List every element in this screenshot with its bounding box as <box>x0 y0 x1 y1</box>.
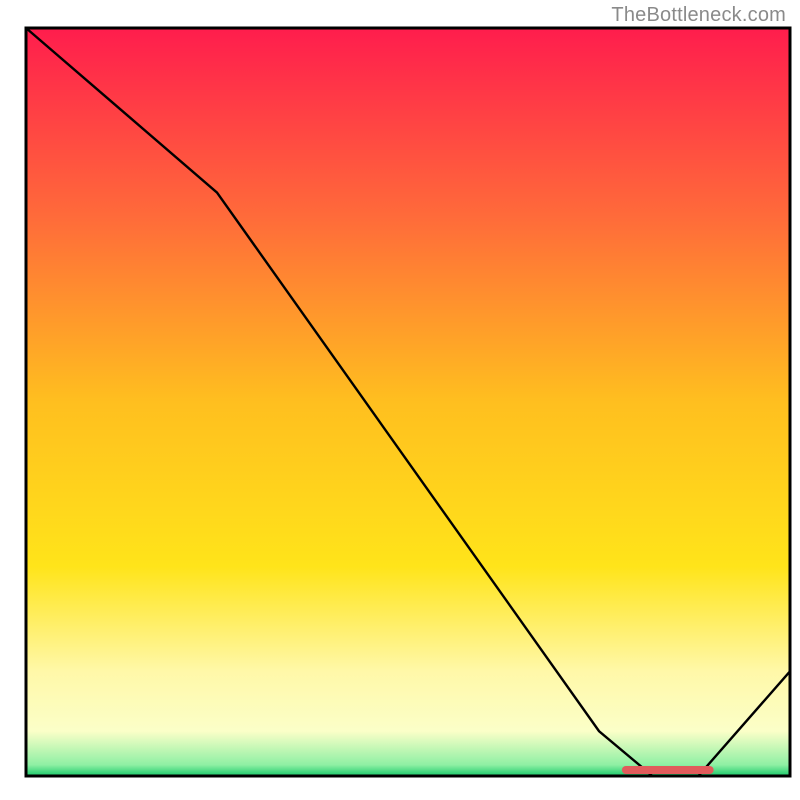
attribution-text: TheBottleneck.com <box>611 4 786 27</box>
bottleneck-chart <box>0 0 800 800</box>
chart-container: TheBottleneck.com <box>0 0 800 800</box>
